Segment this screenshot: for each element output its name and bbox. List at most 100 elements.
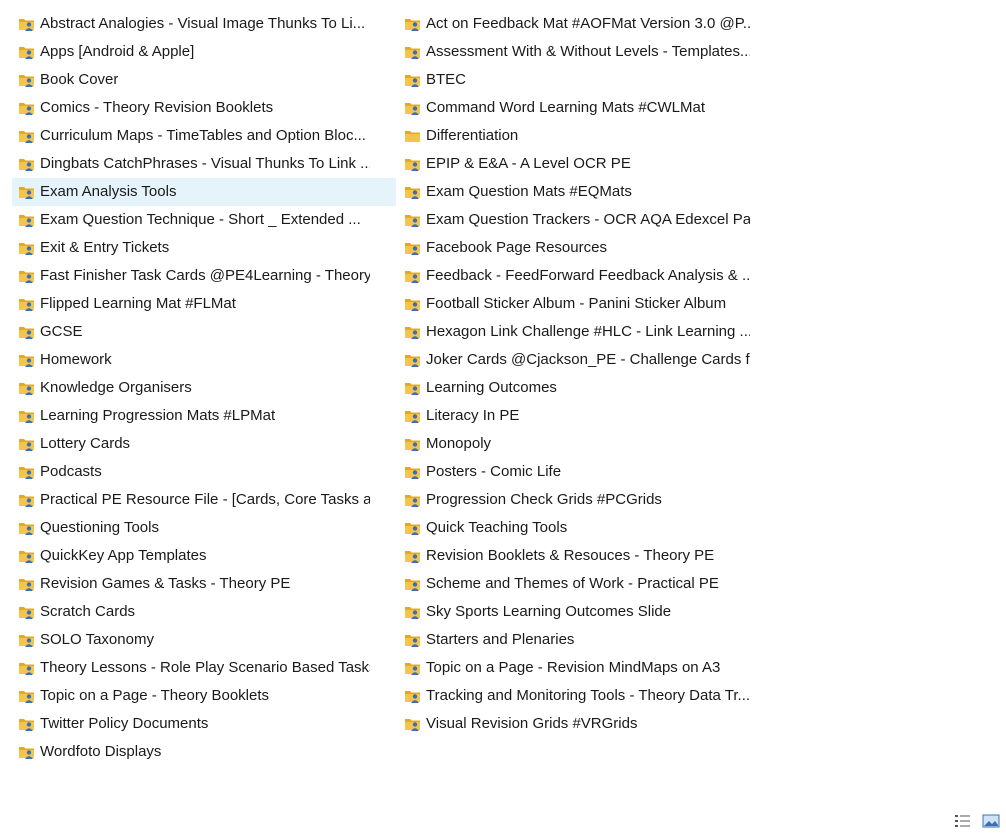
folder-user-icon — [404, 380, 422, 396]
folder-item-label: Sky Sports Learning Outcomes Slide — [426, 603, 672, 620]
folder-item[interactable]: Learning Outcomes — [398, 374, 750, 402]
folder-item[interactable]: Fast Finisher Task Cards @PE4Learning - … — [12, 262, 396, 290]
folder-item[interactable]: Assessment With & Without Levels - Templ… — [398, 38, 750, 66]
folder-item-label: Literacy In PE — [426, 407, 520, 424]
folder-item-label: Assessment With & Without Levels - Templ… — [426, 43, 750, 60]
folder-user-icon — [404, 548, 422, 564]
folder-item[interactable]: Feedback - FeedForward Feedback Analysis… — [398, 262, 750, 290]
folder-item[interactable]: BTEC — [398, 66, 750, 94]
folder-user-icon — [18, 492, 36, 508]
folder-item[interactable]: Literacy In PE — [398, 402, 750, 430]
folder-user-icon — [404, 16, 422, 32]
folder-item-label: Curriculum Maps - TimeTables and Option … — [40, 127, 366, 144]
folder-item[interactable]: Starters and Plenaries — [398, 626, 750, 654]
folder-item[interactable]: Curriculum Maps - TimeTables and Option … — [12, 122, 396, 150]
folder-item-label: Topic on a Page - Revision MindMaps on A… — [426, 659, 721, 676]
folder-user-icon — [404, 464, 422, 480]
folder-item[interactable]: Twitter Policy Documents — [12, 710, 396, 738]
folder-item[interactable]: Quick Teaching Tools — [398, 514, 750, 542]
folder-item[interactable]: Scheme and Themes of Work - Practical PE — [398, 570, 750, 598]
folder-user-icon — [18, 156, 36, 172]
folder-item-label: Revision Booklets & Resouces - Theory PE — [426, 547, 715, 564]
folder-item[interactable]: Exam Question Technique - Short _ Extend… — [12, 206, 396, 234]
folder-item[interactable]: Sky Sports Learning Outcomes Slide — [398, 598, 750, 626]
folder-item-label: Monopoly — [426, 435, 492, 452]
folder-item[interactable]: Dingbats CatchPhrases - Visual Thunks To… — [12, 150, 396, 178]
folder-item[interactable]: Hexagon Link Challenge #HLC - Link Learn… — [398, 318, 750, 346]
folder-user-icon — [404, 352, 422, 368]
folder-user-icon — [18, 520, 36, 536]
folder-item-label: Book Cover — [40, 71, 119, 88]
folder-item[interactable]: Visual Revision Grids #VRGrids — [398, 710, 750, 738]
folder-item[interactable]: Theory Lessons - Role Play Scenario Base… — [12, 654, 396, 682]
folder-item[interactable]: Podcasts — [12, 458, 396, 486]
folder-item-label: Revision Games & Tasks - Theory PE — [40, 575, 291, 592]
folder-item-label: Podcasts — [40, 463, 102, 480]
folder-item-label: Learning Progression Mats #LPMat — [40, 407, 276, 424]
folder-item[interactable]: Wordfoto Displays — [12, 738, 396, 766]
folder-user-icon — [404, 296, 422, 312]
folder-list-left-column: Abstract Analogies - Visual Image Thunks… — [12, 10, 396, 766]
folder-item[interactable]: Facebook Page Resources — [398, 234, 750, 262]
folder-item-label: Visual Revision Grids #VRGrids — [426, 715, 638, 732]
folder-item-label: Flipped Learning Mat #FLMat — [40, 295, 236, 312]
folder-user-icon — [18, 688, 36, 704]
folder-user-icon — [18, 716, 36, 732]
folder-user-icon — [404, 100, 422, 116]
folder-item[interactable]: Topic on a Page - Revision MindMaps on A… — [398, 654, 750, 682]
folder-item[interactable]: Posters - Comic Life — [398, 458, 750, 486]
folder-item[interactable]: Knowledge Organisers — [12, 374, 396, 402]
folder-item[interactable]: Lottery Cards — [12, 430, 396, 458]
folder-user-icon — [404, 492, 422, 508]
folder-user-icon — [404, 268, 422, 284]
folder-item[interactable]: Topic on a Page - Theory Booklets — [12, 682, 396, 710]
folder-item[interactable]: EPIP & E&A - A Level OCR PE — [398, 150, 750, 178]
folder-user-icon — [18, 464, 36, 480]
folder-item[interactable]: Apps [Android & Apple] — [12, 38, 396, 66]
folder-item[interactable]: Flipped Learning Mat #FLMat — [12, 290, 396, 318]
folder-user-icon — [18, 268, 36, 284]
folder-item[interactable]: Book Cover — [12, 66, 396, 94]
folder-item-label: Practical PE Resource File - [Cards, Cor… — [40, 491, 370, 508]
folder-item-label: Knowledge Organisers — [40, 379, 192, 396]
folder-item[interactable]: Exam Analysis Tools — [12, 178, 396, 206]
folder-item[interactable]: Comics - Theory Revision Booklets — [12, 94, 396, 122]
folder-user-icon — [404, 44, 422, 60]
folder-item[interactable]: Revision Games & Tasks - Theory PE — [12, 570, 396, 598]
folder-item[interactable]: GCSE — [12, 318, 396, 346]
folder-user-icon — [404, 156, 422, 172]
folder-item[interactable]: Homework — [12, 346, 396, 374]
folder-item[interactable]: Command Word Learning Mats #CWLMat — [398, 94, 750, 122]
folder-item[interactable]: Tracking and Monitoring Tools - Theory D… — [398, 682, 750, 710]
view-switcher — [954, 813, 1000, 829]
folder-item[interactable]: Abstract Analogies - Visual Image Thunks… — [12, 10, 396, 38]
folder-item[interactable]: Act on Feedback Mat #AOFMat Version 3.0 … — [398, 10, 750, 38]
folder-item[interactable]: Differentiation — [398, 122, 750, 150]
folder-user-icon — [18, 128, 36, 144]
folder-item[interactable]: QuickKey App Templates — [12, 542, 396, 570]
large-icons-view-icon[interactable] — [982, 813, 1000, 829]
folder-item-label: Exam Question Technique - Short _ Extend… — [40, 211, 361, 228]
folder-user-icon — [18, 296, 36, 312]
folder-item-label: Tracking and Monitoring Tools - Theory D… — [426, 687, 750, 704]
folder-item-label: GCSE — [40, 323, 83, 340]
folder-item[interactable]: Exam Question Mats #EQMats — [398, 178, 750, 206]
folder-item[interactable]: SOLO Taxonomy — [12, 626, 396, 654]
folder-user-icon — [18, 16, 36, 32]
folder-item[interactable]: Scratch Cards — [12, 598, 396, 626]
folder-item[interactable]: Revision Booklets & Resouces - Theory PE — [398, 542, 750, 570]
folder-item[interactable]: Exam Question Trackers - OCR AQA Edexcel… — [398, 206, 750, 234]
folder-item-label: Questioning Tools — [40, 519, 159, 536]
folder-item[interactable]: Exit & Entry Tickets — [12, 234, 396, 262]
folder-item[interactable]: Learning Progression Mats #LPMat — [12, 402, 396, 430]
folder-item[interactable]: Joker Cards @Cjackson_PE - Challenge Car… — [398, 346, 750, 374]
folder-item-label: Act on Feedback Mat #AOFMat Version 3.0 … — [426, 15, 750, 32]
folder-item[interactable]: Progression Check Grids #PCGrids — [398, 486, 750, 514]
folder-item[interactable]: Questioning Tools — [12, 514, 396, 542]
folder-item[interactable]: Practical PE Resource File - [Cards, Cor… — [12, 486, 396, 514]
details-view-icon[interactable] — [954, 813, 972, 829]
folder-item[interactable]: Monopoly — [398, 430, 750, 458]
folder-user-icon — [404, 716, 422, 732]
folder-item-label: Facebook Page Resources — [426, 239, 607, 256]
folder-item[interactable]: Football Sticker Album - Panini Sticker … — [398, 290, 750, 318]
